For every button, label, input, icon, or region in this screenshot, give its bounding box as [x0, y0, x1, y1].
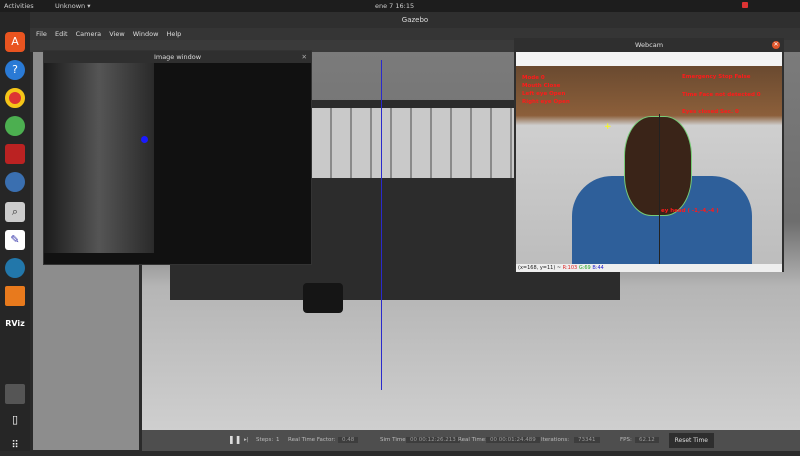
iterations-label: Iterations: — [541, 437, 570, 443]
reset-time-button[interactable]: Reset Time — [668, 433, 714, 448]
step-icon[interactable]: ▸| — [244, 437, 249, 443]
simulation-status-bar: ❚❚ ▸| Steps: 1 Real Time Factor: 0.48 Si… — [142, 430, 800, 451]
pixel-status-bar: (x=168, y=11) ~ R:103 G:69 B:44 — [516, 264, 782, 272]
steps-value[interactable]: 1 — [276, 437, 280, 443]
fps-label: FPS: — [620, 437, 632, 443]
mouth-text: Mouth Close — [522, 83, 561, 89]
gazebo-title-bar: Gazebo — [30, 12, 800, 28]
fps-value: 62.12 — [635, 437, 659, 443]
menu-view[interactable]: View — [109, 30, 124, 38]
rtf-value: 0.48 — [338, 437, 359, 443]
pause-icon[interactable]: ❚❚ — [228, 435, 241, 444]
steps-label: Steps: — [256, 437, 274, 443]
toolbar-area — [516, 52, 782, 66]
face-landmarks — [624, 116, 692, 216]
close-icon[interactable]: ✕ — [302, 51, 307, 63]
show-apps-icon[interactable]: ⠿ — [5, 436, 25, 456]
menu-file[interactable]: File — [36, 30, 47, 38]
system-top-bar: Activities Unknown ▾ ene 7 16:15 — [0, 0, 800, 12]
building-roof — [312, 108, 522, 178]
webcam-window: Webcam ✕ + Mode 0 Mouth Close Left eye Op… — [514, 38, 784, 272]
chat-icon[interactable] — [5, 116, 25, 136]
camera-image — [44, 63, 154, 253]
menu-help[interactable]: Help — [166, 30, 181, 38]
chrome-icon[interactable] — [5, 88, 25, 108]
image-window-title-bar: Image window ✕ — [44, 51, 311, 63]
right-eye-text: Right eye Open — [522, 99, 570, 105]
rviz-icon[interactable]: RViz — [5, 314, 25, 334]
activities-button[interactable]: Activities — [4, 2, 34, 10]
mode-text: Mode 0 — [522, 75, 545, 81]
marker-dot — [141, 136, 148, 143]
z-axis-line — [381, 60, 382, 390]
software-center-icon[interactable]: A — [5, 32, 25, 52]
search-icon[interactable]: ⌕ — [5, 202, 25, 222]
red-value: R:103 — [562, 265, 578, 271]
editor-icon[interactable]: ✎ — [5, 230, 25, 250]
overlay-left: Mode 0 Mouth Close Left eye Open Right e… — [522, 74, 570, 106]
eyes-closed-text: Eyes closed Sec. 0 — [682, 109, 739, 115]
firefox-icon[interactable] — [5, 258, 25, 278]
emergency-stop-text: Emergency Stop False — [682, 74, 751, 80]
app-menu[interactable]: Unknown ▾ — [55, 2, 91, 10]
webcam-title: Webcam — [634, 41, 664, 49]
image-window: Image window ✕ — [43, 50, 312, 265]
usb-drive-icon[interactable]: ▯ — [5, 410, 25, 430]
menu-edit[interactable]: Edit — [55, 30, 68, 38]
image-window-title: Image window — [153, 53, 202, 61]
active-app-icon[interactable] — [5, 384, 25, 404]
coords-text: (x=168, y=11) ~ — [518, 265, 562, 271]
menu-window[interactable]: Window — [133, 30, 159, 38]
clock[interactable]: ene 7 16:15 — [375, 2, 414, 10]
sim-time-label: Sim Time: — [380, 437, 408, 443]
iterations-value: 73341 — [574, 437, 600, 443]
green-value: G:69 — [578, 265, 591, 271]
monitor-icon[interactable] — [5, 144, 25, 164]
face-center-line — [659, 114, 660, 264]
face-not-detected-text: Time Face not detected 0 — [682, 92, 761, 98]
help-icon[interactable]: ? — [5, 60, 25, 80]
close-icon[interactable]: ✕ — [772, 41, 780, 49]
sim-time-value: 00 00:12:26.213 — [406, 437, 460, 443]
webcam-feed: + Mode 0 Mouth Close Left eye Open Right… — [516, 66, 782, 264]
window-title: Gazebo — [401, 16, 429, 24]
record-indicator-icon — [742, 2, 748, 8]
rtf-label: Real Time Factor: — [288, 437, 336, 443]
real-time-value: 00 00:01:24.489 — [486, 437, 540, 443]
crosshair-icon: + — [604, 122, 612, 132]
dock: A ? ⌕ ✎ RViz ▯ ⠿ — [0, 12, 30, 451]
head-pose-text: ey head ( -1,-4,-4 ) — [661, 208, 719, 214]
real-time-label: Real Time: — [458, 437, 487, 443]
globe-icon[interactable] — [5, 172, 25, 192]
robot-model[interactable] — [303, 283, 343, 313]
menu-camera[interactable]: Camera — [76, 30, 102, 38]
left-eye-text: Left eye Open — [522, 91, 566, 97]
blue-value: B:44 — [592, 265, 604, 271]
webcam-title-bar: Webcam ✕ — [514, 38, 784, 52]
layers-icon[interactable] — [5, 286, 25, 306]
